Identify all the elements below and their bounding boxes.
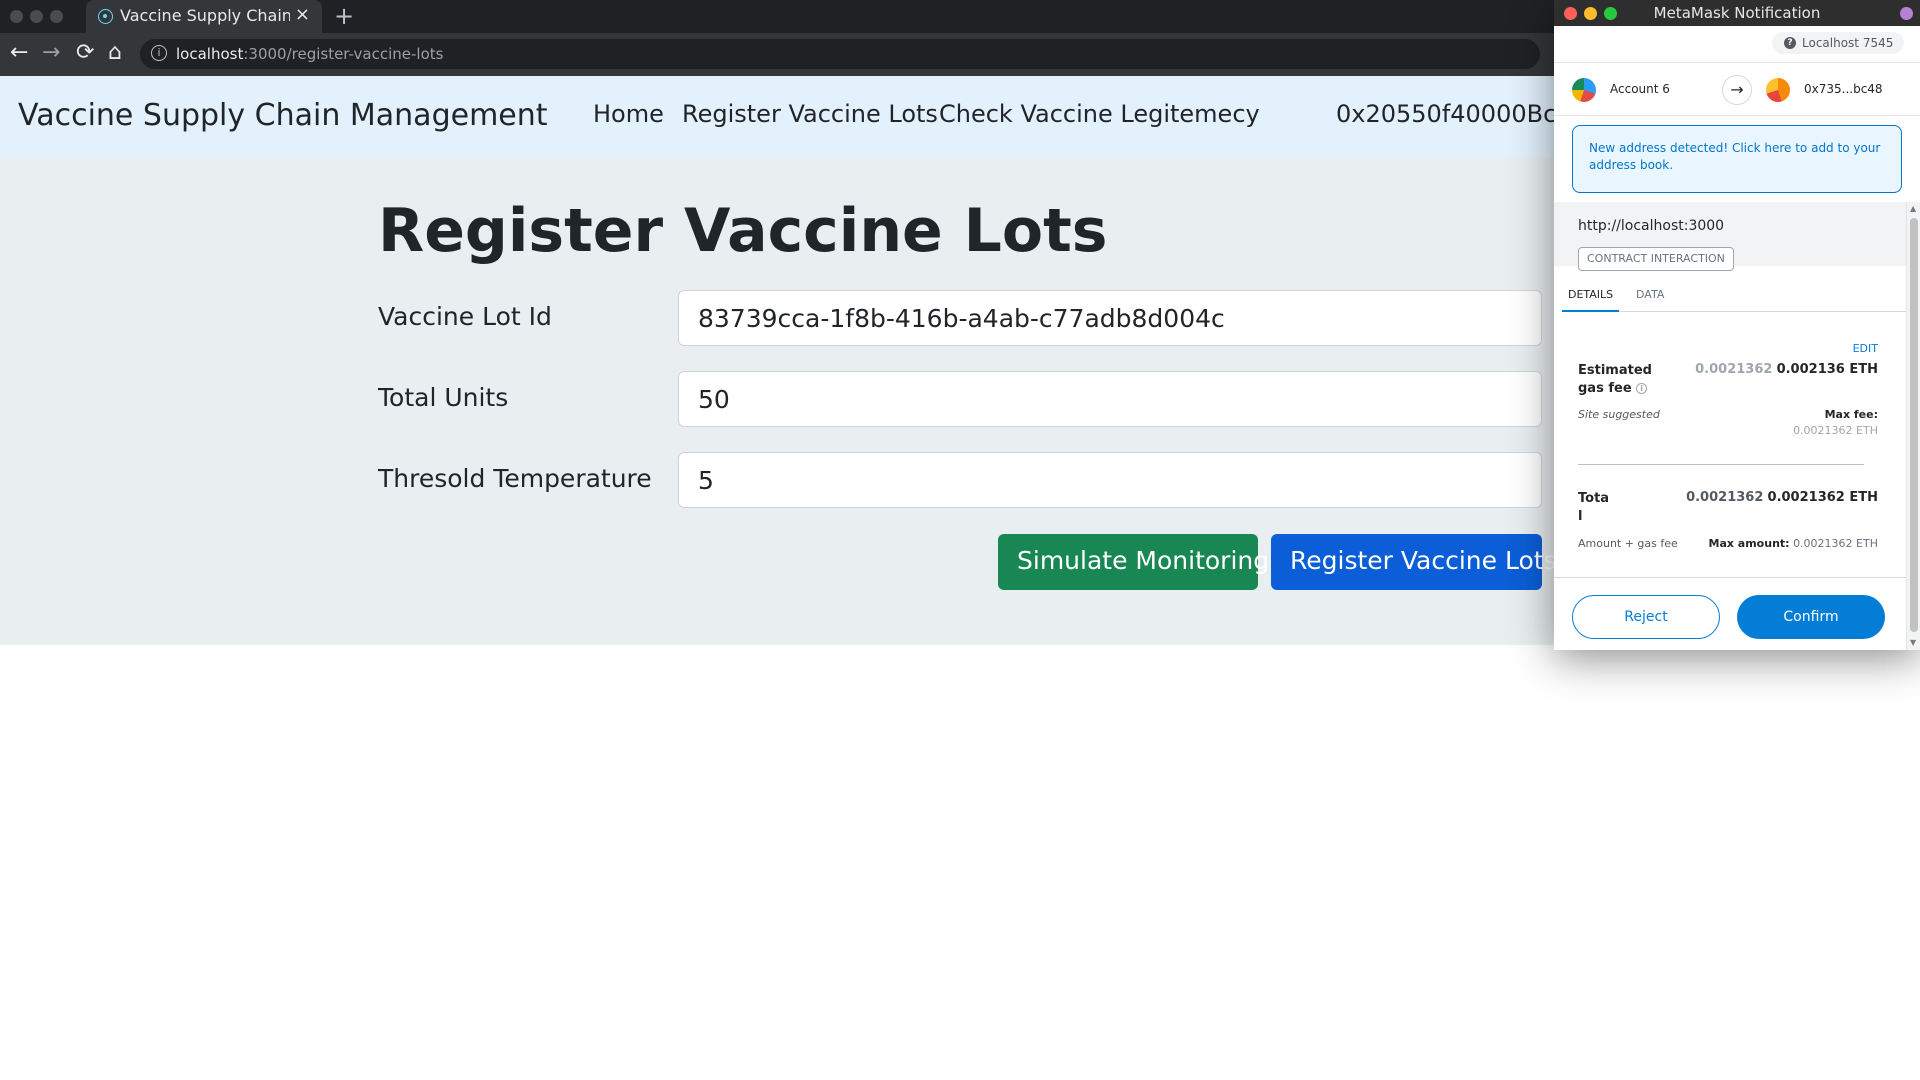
vaccine-lot-id-label: Vaccine Lot Id	[378, 302, 552, 331]
total-units-input[interactable]: 50	[678, 371, 1542, 427]
react-favicon-icon	[98, 9, 113, 24]
total-label: Tota l	[1578, 490, 1609, 526]
to-address[interactable]: 0x735...bc48	[1804, 82, 1883, 96]
network-selector[interactable]: ? Localhost 7545	[1772, 32, 1904, 54]
max-fee-value: 0.0021362 ETH	[1793, 424, 1878, 437]
max-fee-label: Max fee:	[1824, 408, 1878, 421]
max-amount-label: Max amount:	[1708, 537, 1790, 550]
scroll-up-icon[interactable]: ▲	[1910, 204, 1916, 213]
amount-gas-note: Amount + gas fee	[1578, 537, 1678, 550]
scroll-down-icon[interactable]: ▼	[1910, 638, 1916, 647]
details-tabs: DETAILS DATA	[1562, 282, 1906, 312]
simulate-monitoring-button[interactable]: Simulate Monitoring	[998, 534, 1269, 590]
mm-close-dot[interactable]	[1564, 7, 1577, 20]
scroll-thumb[interactable]	[1910, 218, 1918, 632]
estimated-gas-fee-label: Estimated gas fee i	[1578, 362, 1652, 398]
gas-fee-fiat: 0.0021362	[1695, 362, 1773, 377]
reject-button[interactable]: Reject	[1572, 595, 1720, 639]
window-minimize-dot[interactable]	[30, 10, 43, 23]
max-amount: Max amount: 0.0021362 ETH	[1709, 537, 1879, 550]
account-address: 0x20550f40000BcE4	[1336, 100, 1587, 128]
address-bar[interactable]: i localhost:3000/register-vaccine-lots	[140, 39, 1540, 69]
total-eth: 0.0021362 ETH	[1767, 490, 1878, 505]
gas-fee-values: 0.0021362 0.002136 ETH	[1695, 362, 1878, 377]
scrollbar[interactable]: ▲ ▼	[1906, 202, 1920, 650]
account-transfer-row: Account 6 → 0x735...bc48	[1554, 62, 1920, 116]
from-account-avatar	[1572, 78, 1596, 102]
browser-tab-title: Vaccine Supply Chain Ma	[120, 6, 290, 25]
site-info-icon[interactable]: i	[151, 45, 167, 61]
section-divider	[1578, 464, 1864, 465]
metamask-window: MetaMask Notification ? Localhost 7545 A…	[1554, 0, 1920, 650]
window-close-dot[interactable]	[10, 10, 23, 23]
window-zoom-dot[interactable]	[50, 10, 63, 23]
total-label-line1: Tota	[1578, 491, 1610, 506]
url-path: :3000/register-vaccine-lots	[243, 45, 444, 63]
home-icon[interactable]: ⌂	[108, 40, 122, 65]
confirm-button[interactable]: Confirm	[1737, 595, 1885, 639]
app-brand[interactable]: Vaccine Supply Chain Management	[18, 98, 548, 133]
question-icon: ?	[1784, 37, 1796, 49]
gas-label-line2: gas fee	[1578, 381, 1632, 396]
browser-tab[interactable]: Vaccine Supply Chain Ma ×	[86, 0, 322, 33]
info-icon[interactable]: i	[1636, 383, 1648, 394]
to-account-avatar	[1766, 78, 1790, 102]
nav-link-register[interactable]: Register Vaccine Lots	[682, 100, 938, 128]
metamask-window-title: MetaMask Notification	[1653, 4, 1821, 22]
back-arrow-icon[interactable]: ←	[10, 40, 28, 65]
from-account-name[interactable]: Account 6	[1610, 82, 1670, 96]
threshold-temperature-label: Thresold Temperature	[378, 464, 652, 493]
forward-arrow-icon[interactable]: →	[42, 40, 60, 65]
total-fiat: 0.0021362	[1686, 490, 1764, 505]
edit-gas-link[interactable]: EDIT	[1853, 342, 1878, 355]
nav-link-home[interactable]: Home	[593, 100, 664, 128]
max-amount-value: 0.0021362 ETH	[1793, 537, 1878, 550]
mm-extension-dot	[1900, 7, 1913, 20]
metamask-titlebar: MetaMask Notification	[1554, 0, 1920, 26]
tab-close-icon[interactable]: ×	[295, 4, 310, 25]
new-tab-button[interactable]: +	[334, 2, 354, 30]
new-address-notice[interactable]: New address detected! Click here to add …	[1572, 125, 1902, 193]
gas-label-line1: Estimated	[1578, 363, 1652, 378]
total-values: 0.0021362 0.0021362 ETH	[1686, 490, 1878, 505]
mm-minimize-dot[interactable]	[1584, 7, 1597, 20]
contract-interaction-badge: CONTRACT INTERACTION	[1578, 247, 1734, 271]
gas-fee-eth: 0.002136 ETH	[1776, 362, 1878, 377]
url-host: localhost	[176, 45, 244, 63]
site-suggested-label: Site suggested	[1578, 408, 1660, 421]
total-units-label: Total Units	[378, 383, 509, 412]
arrow-right-icon: →	[1722, 75, 1752, 105]
nav-link-check-legitimacy[interactable]: Check Vaccine Legitemecy	[939, 100, 1260, 128]
mm-zoom-dot[interactable]	[1604, 7, 1617, 20]
page-title: Register Vaccine Lots	[378, 196, 1108, 266]
reload-icon[interactable]: ⟳	[76, 40, 94, 65]
address-url[interactable]: localhost:3000/register-vaccine-lots	[176, 45, 443, 63]
footer-divider	[1554, 577, 1906, 578]
threshold-temperature-input[interactable]: 5	[678, 452, 1542, 508]
total-label-line2: l	[1578, 509, 1583, 524]
vaccine-lot-id-input[interactable]: 83739cca-1f8b-416b-a4ab-c77adb8d004c	[678, 290, 1542, 346]
tab-data[interactable]: DATA	[1636, 288, 1664, 301]
origin-url: http://localhost:3000	[1578, 218, 1725, 234]
metamask-body: ? Localhost 7545 Account 6 → 0x735...bc4…	[1554, 26, 1920, 650]
register-vaccine-lots-button[interactable]: Register Vaccine Lots	[1271, 534, 1557, 590]
network-name: Localhost 7545	[1802, 36, 1894, 50]
tab-details[interactable]: DETAILS	[1562, 288, 1620, 312]
